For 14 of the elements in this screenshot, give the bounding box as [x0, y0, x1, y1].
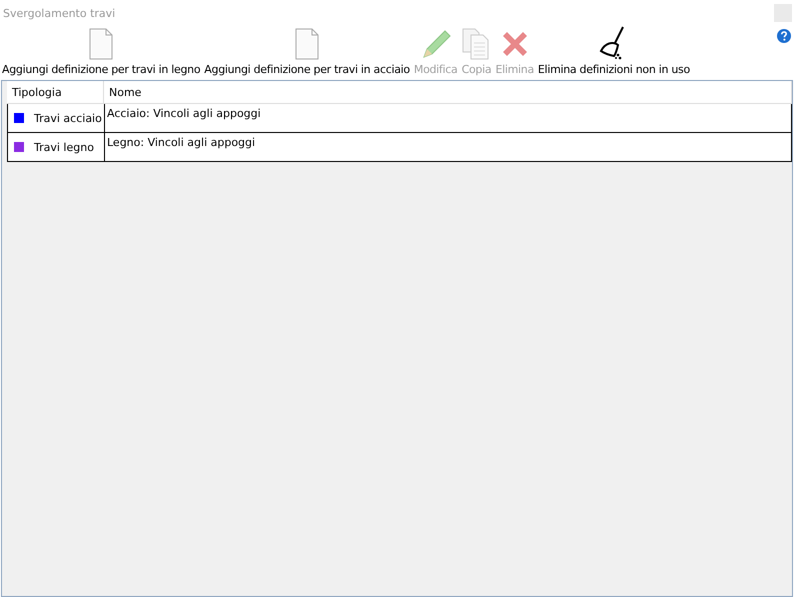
column-header[interactable]: Nome [104, 81, 792, 103]
help-icon[interactable] [777, 29, 791, 43]
column-header[interactable]: Tipologia [7, 81, 104, 103]
toolbar-button[interactable]: Elimina definizioni non in uso [538, 26, 690, 76]
copy-icon [461, 28, 492, 60]
type-label: Travi legno [34, 140, 94, 154]
table-cell-text: Legno: Vincoli agli appoggi [106, 135, 256, 151]
toolbar-button[interactable]: Aggiungi definizione per travi in acciaio [204, 28, 410, 76]
toolbar-button[interactable]: Aggiungi definizione per travi in legno [2, 28, 200, 76]
document-icon [293, 28, 322, 60]
type-label: Travi acciaio [34, 112, 102, 124]
table-cell-text: Acciaio: Vincoli agli appoggi [106, 106, 262, 122]
document-icon [87, 28, 116, 60]
window-title: Svergolamento travi [3, 6, 116, 20]
